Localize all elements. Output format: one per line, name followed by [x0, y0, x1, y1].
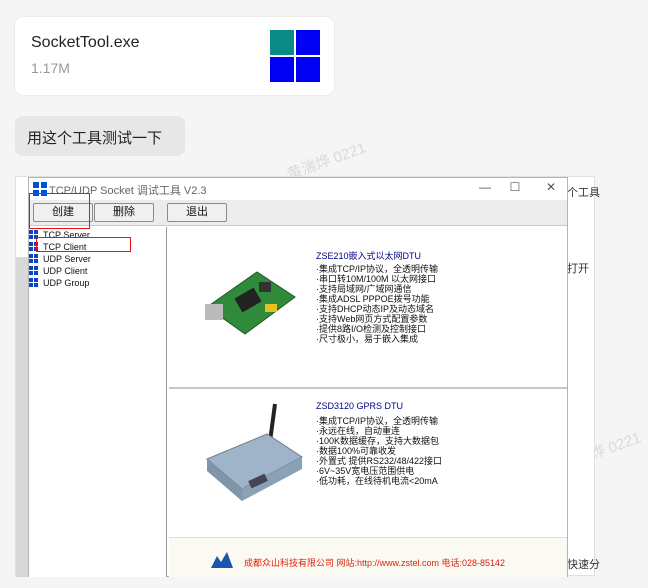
tree-item-udp-group[interactable]: UDP Group: [29, 277, 89, 289]
message-bubble: 用这个工具测试一下: [15, 116, 185, 156]
tree-item-udp-client[interactable]: UDP Client: [29, 265, 87, 277]
minimize-button[interactable]: —: [475, 180, 495, 194]
side-text-bottom: 快速分: [567, 559, 600, 571]
tree-item-label: UDP Client: [43, 266, 88, 276]
product-features: ·集成TCP/IP协议，全透明传输 ·永远在线，自动重连 ·100K数据缓存，支…: [316, 416, 443, 486]
tree-item-label: UDP Server: [43, 254, 91, 264]
product-title: ZSD3120 GPRS DTU: [316, 401, 404, 411]
advertisement-panel: ZSE210嵌入式以太网DTU ·集成TCP/IP协议，全透明传输 ·串口转10…: [169, 227, 567, 577]
exit-button[interactable]: 退出: [167, 203, 227, 222]
side-text-top: 个工具: [567, 187, 600, 199]
gprs-modem-image: [206, 403, 303, 501]
product-ad-gprs: ZSD3120 GPRS DTU ·集成TCP/IP协议，全透明传输 ·永远在线…: [169, 389, 567, 537]
company-footer: 成都众山科技有限公司 网站:http://www.zstel.com 电话:02…: [169, 537, 567, 577]
product-ad-ethernet: ZSE210嵌入式以太网DTU ·集成TCP/IP协议，全透明传输 ·串口转10…: [169, 227, 567, 387]
company-logo-icon: [211, 552, 233, 568]
network-icon: [29, 266, 39, 276]
maximize-button[interactable]: ☐: [505, 180, 525, 194]
file-name: SocketTool.exe: [31, 34, 140, 51]
highlight-create-button: [29, 193, 90, 229]
circuit-board-image: [205, 271, 296, 335]
window-titlebar: TCP/UDP Socket 调试工具 V2.3 — ☐ ✕: [29, 178, 567, 200]
file-attachment-card[interactable]: SocketTool.exe 1.17M: [15, 17, 334, 95]
tree-item-label: UDP Group: [43, 278, 90, 288]
highlight-tcp-client: [36, 237, 131, 252]
network-icon: [29, 278, 39, 288]
side-text-open: 打开: [567, 263, 589, 275]
tree-item-udp-server[interactable]: UDP Server: [29, 253, 91, 265]
toolbar: 创建 删除 退出: [29, 200, 567, 226]
network-icon: [29, 254, 39, 264]
connection-tree: TCP Server TCP Client UDP Server UDP Cli…: [29, 227, 167, 577]
close-button[interactable]: ✕: [541, 180, 561, 194]
product-features: ·集成TCP/IP协议，全透明传输 ·串口转10M/100M 以太网接口 ·支持…: [316, 264, 439, 344]
windows-logo-icon: [270, 30, 320, 82]
file-size: 1.17M: [31, 60, 70, 76]
company-info: 成都众山科技有限公司 网站:http://www.zstel.com 电话:02…: [244, 558, 506, 568]
product-title: ZSE210嵌入式以太网DTU: [316, 251, 422, 261]
delete-button[interactable]: 删除: [94, 203, 154, 222]
